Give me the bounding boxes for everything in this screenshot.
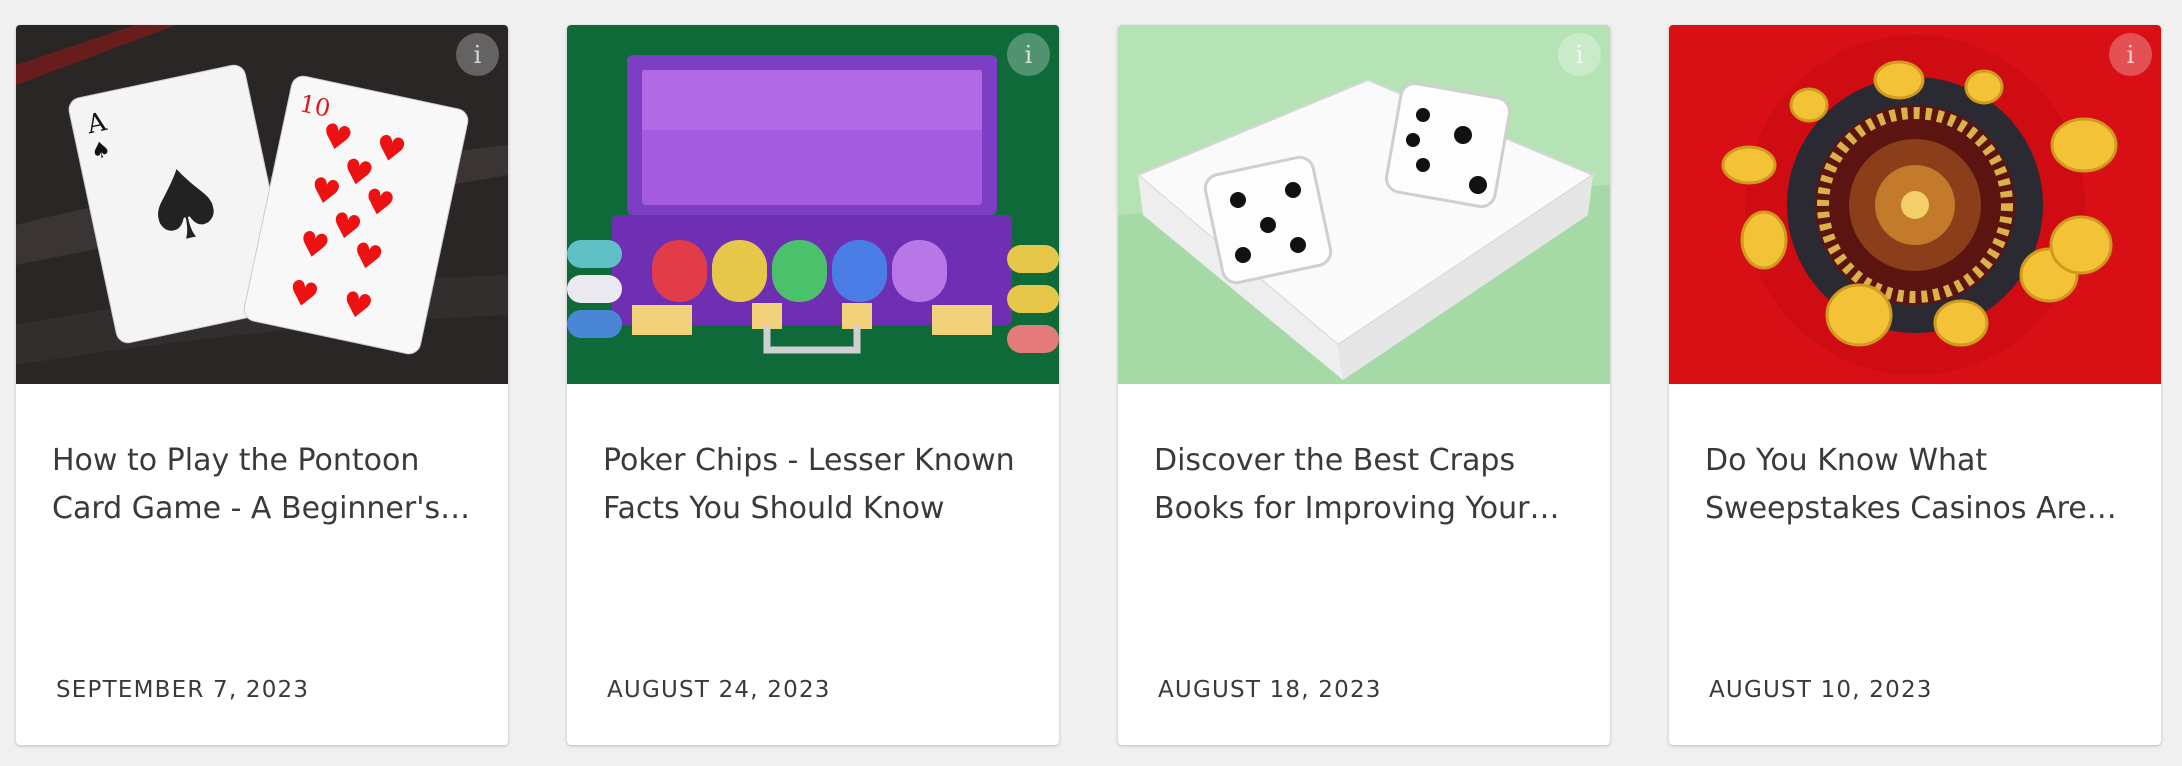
info-icon[interactable]: i bbox=[2109, 33, 2152, 76]
article-card[interactable]: A ♠ ♠ 10 ♥ ♥ ♥ ♥ ♥ ♥ ♥ ♥ ♥ ♥ i How to Pl… bbox=[16, 25, 508, 745]
article-card[interactable]: i Poker Chips - Lesser Known Facts You S… bbox=[567, 25, 1059, 745]
article-thumbnail-chips[interactable]: i bbox=[567, 25, 1059, 384]
article-date: SEPTEMBER 7, 2023 bbox=[56, 677, 310, 703]
article-thumbnail-dice[interactable]: i bbox=[1118, 25, 1610, 384]
article-thumbnail-roulette[interactable]: i bbox=[1669, 25, 2161, 384]
article-date: AUGUST 18, 2023 bbox=[1158, 677, 1382, 703]
poker-chip-case-image bbox=[567, 25, 1059, 384]
info-icon[interactable]: i bbox=[1007, 33, 1050, 76]
playing-cards-image: A ♠ ♠ 10 ♥ ♥ ♥ ♥ ♥ ♥ ♥ ♥ ♥ ♥ bbox=[16, 25, 508, 384]
article-card[interactable]: i Do You Know What Sweepstakes Casinos A… bbox=[1669, 25, 2161, 745]
article-title[interactable]: Discover the Best Craps Books for Improv… bbox=[1154, 437, 1584, 533]
article-thumbnail-cards[interactable]: A ♠ ♠ 10 ♥ ♥ ♥ ♥ ♥ ♥ ♥ ♥ ♥ ♥ i bbox=[16, 25, 508, 384]
article-title[interactable]: Poker Chips - Lesser Known Facts You Sho… bbox=[603, 437, 1033, 533]
article-date: AUGUST 24, 2023 bbox=[607, 677, 831, 703]
article-card[interactable]: i Discover the Best Craps Books for Impr… bbox=[1118, 25, 1610, 745]
article-grid: A ♠ ♠ 10 ♥ ♥ ♥ ♥ ♥ ♥ ♥ ♥ ♥ ♥ i How to Pl… bbox=[16, 25, 2166, 745]
info-icon[interactable]: i bbox=[1558, 33, 1601, 76]
info-icon[interactable]: i bbox=[456, 33, 499, 76]
article-title[interactable]: Do You Know What Sweepstakes Casinos Are… bbox=[1705, 437, 2135, 533]
dice-book-image bbox=[1118, 25, 1610, 384]
article-date: AUGUST 10, 2023 bbox=[1709, 677, 1933, 703]
roulette-wheel-image bbox=[1669, 25, 2161, 384]
article-title[interactable]: How to Play the Pontoon Card Game - A Be… bbox=[52, 437, 482, 533]
